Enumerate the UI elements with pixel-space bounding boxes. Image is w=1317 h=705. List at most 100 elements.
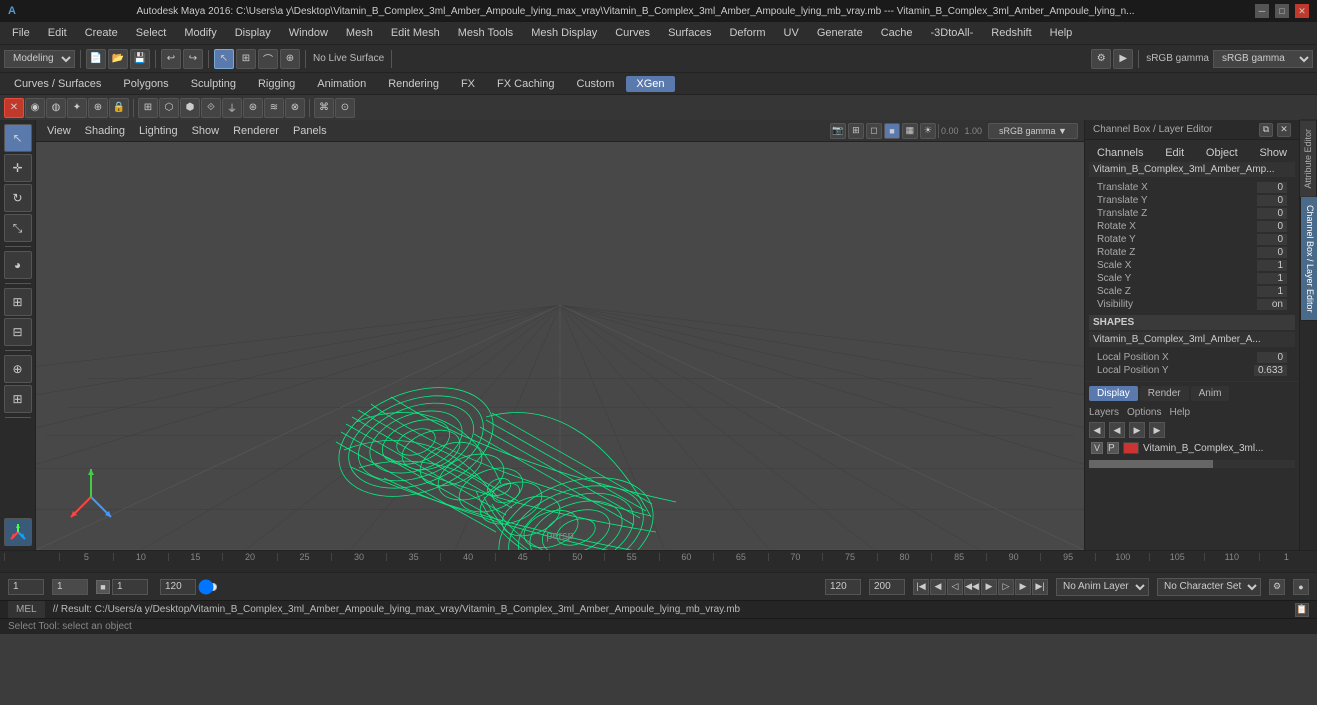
layer-visibility-btn[interactable]: V bbox=[1091, 442, 1103, 454]
menu-redshift[interactable]: Redshift bbox=[983, 25, 1039, 41]
select-tool-btn[interactable]: ↖ bbox=[214, 49, 234, 69]
vp-light-btn[interactable]: ☀ bbox=[920, 123, 936, 139]
render-btn[interactable]: ▶ bbox=[1113, 49, 1133, 69]
panel-close-btn[interactable]: ✕ bbox=[1277, 123, 1291, 137]
script-mode[interactable]: MEL bbox=[8, 601, 45, 618]
tool-mesh-4[interactable]: ⟐ bbox=[201, 98, 221, 118]
snap-grid-btn[interactable]: ⊞ bbox=[236, 49, 256, 69]
workspace-select[interactable]: Modeling bbox=[4, 50, 75, 68]
snap-btn[interactable]: ⊕ bbox=[4, 355, 32, 383]
snap-point-btn[interactable]: ⊕ bbox=[280, 49, 300, 69]
channel-box-tab[interactable]: Channel Box / Layer Editor bbox=[1300, 197, 1317, 322]
menu-generate[interactable]: Generate bbox=[809, 25, 871, 41]
vp-menu-show[interactable]: Show bbox=[187, 123, 225, 139]
tool-extra-1[interactable]: ⌘ bbox=[314, 98, 334, 118]
range-max-input[interactable] bbox=[869, 579, 905, 595]
tool-extra-2[interactable]: ⊙ bbox=[335, 98, 355, 118]
menu-deform[interactable]: Deform bbox=[721, 25, 773, 41]
vp-menu-renderer[interactable]: Renderer bbox=[228, 123, 284, 139]
timeline-markers[interactable]: 5 10 15 20 25 30 35 40 45 50 55 60 65 70… bbox=[4, 551, 1313, 572]
tab-curves-surfaces[interactable]: Curves / Surfaces bbox=[4, 76, 111, 92]
menu-mesh-display[interactable]: Mesh Display bbox=[523, 25, 605, 41]
tool-1[interactable]: ◉ bbox=[25, 98, 45, 118]
go-start-btn[interactable]: |◀ bbox=[913, 579, 929, 595]
cb-menu-show[interactable]: Show bbox=[1255, 146, 1291, 160]
tool-mesh-2[interactable]: ⬡ bbox=[159, 98, 179, 118]
menu-3dtoall[interactable]: -3DtoAll- bbox=[923, 25, 982, 41]
tab-custom[interactable]: Custom bbox=[567, 76, 625, 92]
menu-edit-mesh[interactable]: Edit Mesh bbox=[383, 25, 448, 41]
vp-camera-btn[interactable]: 📷 bbox=[830, 123, 846, 139]
gamma-select[interactable]: sRGB gamma bbox=[1213, 50, 1313, 68]
options-menu[interactable]: Options bbox=[1127, 407, 1161, 418]
redo-btn[interactable]: ↪ bbox=[183, 49, 203, 69]
menu-uv[interactable]: UV bbox=[776, 25, 807, 41]
menu-create[interactable]: Create bbox=[77, 25, 126, 41]
cb-menu-object[interactable]: Object bbox=[1202, 146, 1242, 160]
move-tool-side[interactable]: ✛ bbox=[4, 154, 32, 182]
tool-mesh-3[interactable]: ⬢ bbox=[180, 98, 200, 118]
vp-wireframe-btn[interactable]: ◻ bbox=[866, 123, 882, 139]
vp-menu-panels[interactable]: Panels bbox=[288, 123, 332, 139]
scale-tool-side[interactable]: ⤡ bbox=[4, 214, 32, 242]
char-set-options-btn[interactable]: ⚙ bbox=[1269, 579, 1285, 595]
frame-slider[interactable] bbox=[198, 579, 218, 595]
range-end-input[interactable] bbox=[825, 579, 861, 595]
tool-mesh-1[interactable]: ⊞ bbox=[138, 98, 158, 118]
new-scene-btn[interactable]: 📄 bbox=[86, 49, 106, 69]
tool-mesh-7[interactable]: ≋ bbox=[264, 98, 284, 118]
tab-sculpting[interactable]: Sculpting bbox=[181, 76, 246, 92]
minimize-button[interactable]: ─ bbox=[1255, 4, 1269, 18]
go-end-btn[interactable]: ▶| bbox=[1032, 579, 1048, 595]
tab-rigging[interactable]: Rigging bbox=[248, 76, 305, 92]
undo-btn[interactable]: ↩ bbox=[161, 49, 181, 69]
tab-animation[interactable]: Animation bbox=[307, 76, 376, 92]
viewport[interactable]: View Shading Lighting Show Renderer Pane… bbox=[36, 120, 1084, 550]
menu-edit[interactable]: Edit bbox=[40, 25, 75, 41]
layer-playback-btn[interactable]: P bbox=[1107, 442, 1119, 454]
save-scene-btn[interactable]: 💾 bbox=[130, 49, 150, 69]
vp-grid-btn[interactable]: ⊞ bbox=[848, 123, 864, 139]
char-set-select[interactable]: No Character Set bbox=[1157, 578, 1261, 596]
vp-texture-btn[interactable]: ▦ bbox=[902, 123, 918, 139]
display-layer-btn[interactable]: ⊟ bbox=[4, 318, 32, 346]
snap-curve-btn[interactable]: ⌒ bbox=[258, 49, 278, 69]
maximize-button[interactable]: □ bbox=[1275, 4, 1289, 18]
tool-mesh-6[interactable]: ⊛ bbox=[243, 98, 263, 118]
rotate-tool-side[interactable]: ↻ bbox=[4, 184, 32, 212]
menu-display[interactable]: Display bbox=[227, 25, 279, 41]
layers-menu[interactable]: Layers bbox=[1089, 407, 1119, 418]
layer-color-swatch[interactable] bbox=[1123, 442, 1139, 454]
menu-select[interactable]: Select bbox=[128, 25, 175, 41]
menu-curves[interactable]: Curves bbox=[607, 25, 658, 41]
select-tool-side[interactable]: ↖ bbox=[4, 124, 32, 152]
menu-mesh-tools[interactable]: Mesh Tools bbox=[450, 25, 521, 41]
help-menu[interactable]: Help bbox=[1169, 407, 1190, 418]
frame-display-input[interactable] bbox=[112, 579, 148, 595]
attr-editor-tab[interactable]: Attribute Editor bbox=[1300, 120, 1317, 197]
tool-mesh-8[interactable]: ⊗ bbox=[285, 98, 305, 118]
menu-help[interactable]: Help bbox=[1042, 25, 1081, 41]
tab-anim[interactable]: Anim bbox=[1191, 386, 1230, 401]
prev-frame-btn[interactable]: ◀ bbox=[930, 579, 946, 595]
render-settings-btn[interactable]: ⚙ bbox=[1091, 49, 1111, 69]
panel-float-btn[interactable]: ⧉ bbox=[1259, 123, 1273, 137]
current-frame-input[interactable] bbox=[52, 579, 88, 595]
tab-rendering[interactable]: Rendering bbox=[378, 76, 449, 92]
tab-polygons[interactable]: Polygons bbox=[113, 76, 178, 92]
menu-modify[interactable]: Modify bbox=[176, 25, 224, 41]
tool-2[interactable]: ◍ bbox=[46, 98, 66, 118]
play-back-btn[interactable]: ◀◀ bbox=[964, 579, 980, 595]
soft-select-btn[interactable]: ◕ bbox=[4, 251, 32, 279]
menu-window[interactable]: Window bbox=[281, 25, 336, 41]
vp-menu-shading[interactable]: Shading bbox=[80, 123, 130, 139]
autokey-btn[interactable]: ● bbox=[1293, 579, 1309, 595]
menu-surfaces[interactable]: Surfaces bbox=[660, 25, 719, 41]
layer-scrollbar[interactable] bbox=[1089, 460, 1295, 468]
next-key-btn[interactable]: ▷ bbox=[998, 579, 1014, 595]
cb-menu-channels[interactable]: Channels bbox=[1093, 146, 1147, 160]
prev-key-btn[interactable]: ◁ bbox=[947, 579, 963, 595]
start-frame-input[interactable] bbox=[8, 579, 44, 595]
tab-fx-caching[interactable]: FX Caching bbox=[487, 76, 564, 92]
menu-file[interactable]: File bbox=[4, 25, 38, 41]
